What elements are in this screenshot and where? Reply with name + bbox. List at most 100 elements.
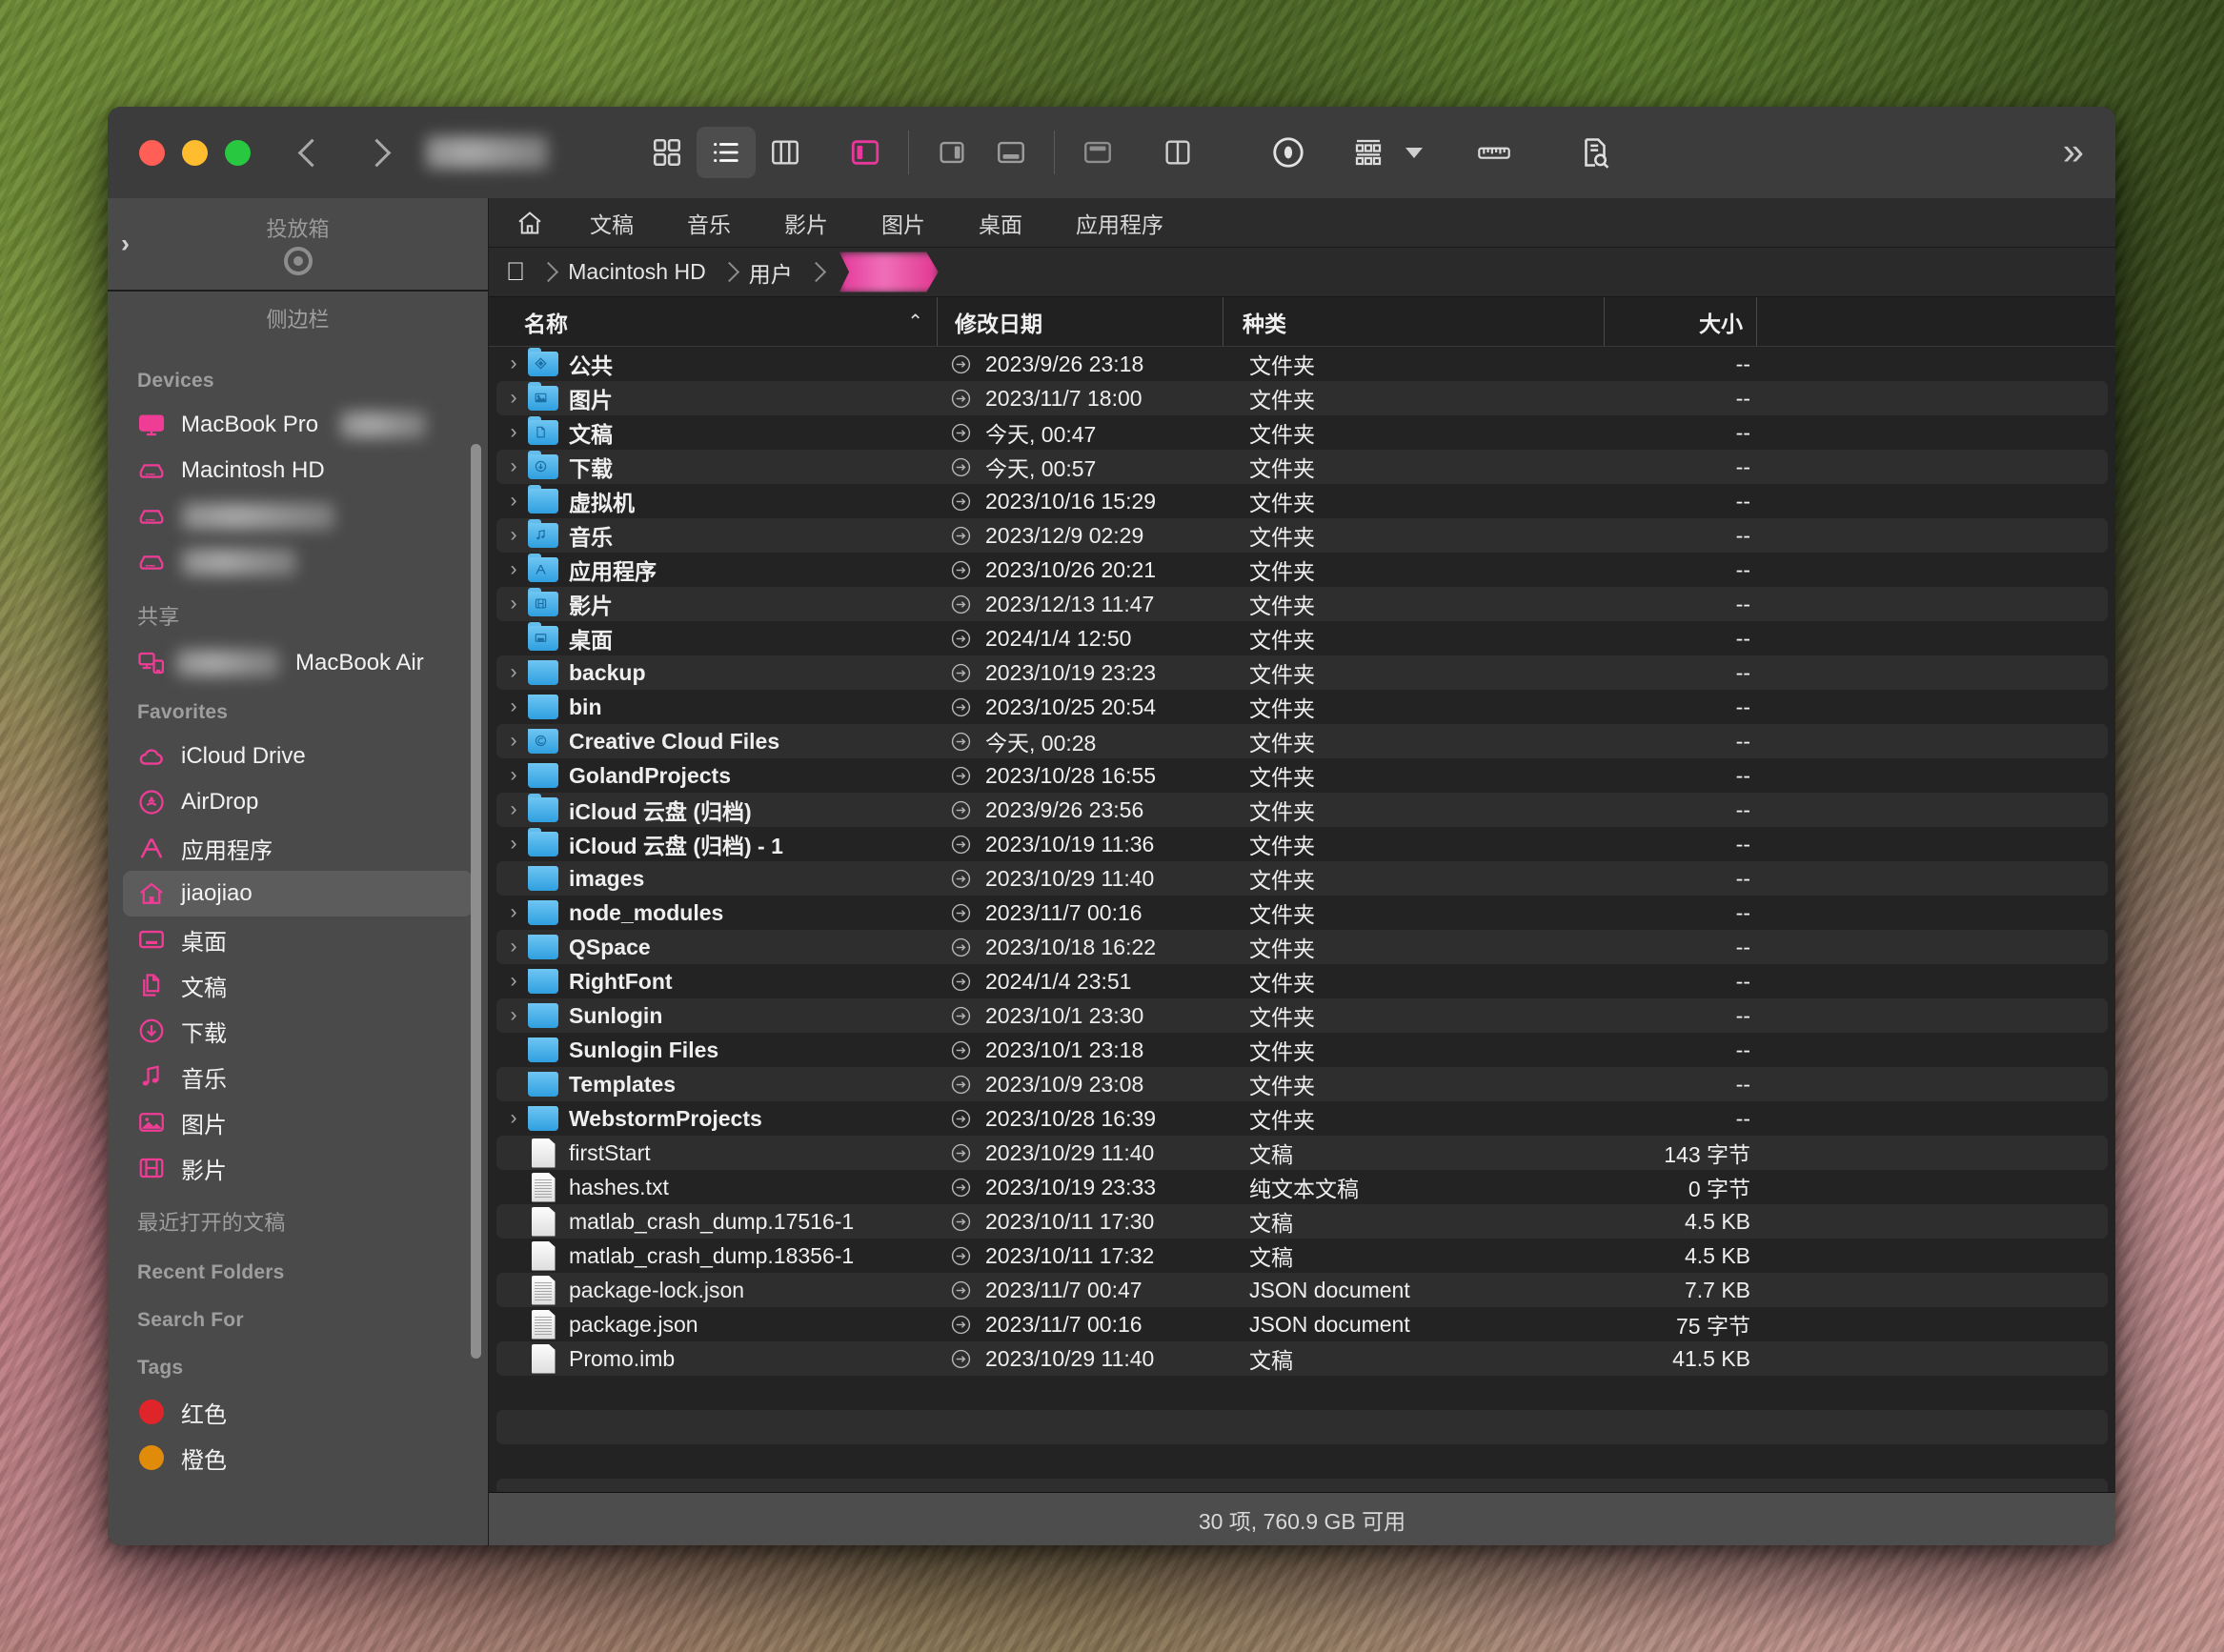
disclosure-chevron-icon[interactable]: › [500,353,527,375]
table-row[interactable]: ›RightFont2024/1/4 23:51文件夹-- [496,964,2108,998]
table-row[interactable]: ›GolandProjects2023/10/28 16:55文件夹-- [496,758,2108,793]
sidebar-item-桌面[interactable]: 桌面 [123,917,473,962]
grid-view-icon[interactable] [637,127,697,178]
table-row[interactable]: Promo.imb2023/10/29 11:40文稿41.5 KB [496,1341,2108,1376]
table-row[interactable]: ›Sunlogin2023/10/1 23:30文件夹-- [496,998,2108,1033]
disclosure-chevron-icon[interactable]: › [500,455,527,478]
disclosure-chevron-icon[interactable]: › [500,936,527,958]
disclosure-chevron-icon[interactable]: › [500,764,527,787]
breadcrumb-current-redacted[interactable] [839,252,939,292]
table-row[interactable]: ›影片2023/12/13 11:47文件夹-- [496,587,2108,621]
column-header-size[interactable]: 大小 [1604,297,1756,346]
disclosure-chevron-icon[interactable]: › [500,593,527,615]
table-row[interactable]: ›WebstormProjects2023/10/28 16:39文件夹-- [496,1101,2108,1136]
sidebar-item-airdrop[interactable]: AirDrop [123,779,473,825]
panel-top-icon[interactable] [1068,127,1127,178]
arrange-icon[interactable] [1339,127,1398,178]
disclosure-chevron-icon[interactable]: › [500,833,527,856]
gallery-view-icon[interactable] [836,127,895,178]
table-row[interactable]: hashes.txt2023/10/19 23:33纯文本文稿0 字节 [496,1170,2108,1204]
ruler-icon[interactable] [1465,127,1524,178]
table-row[interactable]: matlab_crash_dump.17516-12023/10/11 17:3… [496,1204,2108,1239]
table-row[interactable]: Templates2023/10/9 23:08文件夹-- [496,1067,2108,1101]
file-search-icon[interactable] [1566,127,1625,178]
table-row[interactable]: matlab_crash_dump.18356-12023/10/11 17:3… [496,1239,2108,1273]
sidebar-scroll-area[interactable]: DevicesMacBook ProMacintosh HD共享MacBook … [108,347,488,1545]
sidebar-item-红色[interactable]: 红色 [123,1389,473,1435]
table-row[interactable]: firstStart2023/10/29 11:40文稿143 字节 [496,1136,2108,1170]
table-row[interactable]: images2023/10/29 11:40文件夹-- [496,861,2108,896]
table-row[interactable]: package.json2023/11/7 00:16JSON document… [496,1307,2108,1341]
disclosure-chevron-icon[interactable]: › [500,661,527,684]
drop-box-area[interactable]: › 投放箱 [108,198,488,292]
sidebar-item-文稿[interactable]: 文稿 [123,962,473,1008]
sidebar-item-jiaojiao[interactable]: jiaojiao [123,871,473,917]
forward-button[interactable] [363,140,388,165]
sidebar-item-图片[interactable]: 图片 [123,1099,473,1145]
minimize-button[interactable] [182,140,208,166]
table-row[interactable]: ›iCloud 云盘 (归档) - 12023/10/19 11:36文件夹-- [496,827,2108,861]
toolbar-overflow-icon[interactable]: » [2063,131,2079,174]
table-row[interactable]: 桌面2024/1/4 12:50文件夹-- [496,621,2108,655]
favorites-bar-item[interactable]: 图片 [855,207,952,239]
table-row[interactable]: ›node_modules2023/11/7 00:16文件夹-- [496,896,2108,930]
table-row[interactable]: ›音乐2023/12/9 02:29文件夹-- [496,518,2108,553]
disclosure-chevron-icon[interactable]: › [500,970,527,993]
list-view-icon[interactable] [697,127,756,178]
column-header-name[interactable]: 名称 ⌃ [489,297,937,346]
home-icon[interactable] [510,209,563,237]
disclosure-chevron-icon[interactable]: › [500,798,527,821]
chevron-down-icon[interactable] [1405,148,1423,158]
favorites-bar-item[interactable]: 文稿 [563,207,660,239]
sidebar-item-redacted[interactable] [123,539,473,585]
sidebar-item-下载[interactable]: 下载 [123,1008,473,1054]
disclosure-chevron-icon[interactable]: › [500,901,527,924]
table-row[interactable]: ›iCloud 云盘 (归档)2023/9/26 23:56文件夹-- [496,793,2108,827]
disclosure-chevron-icon[interactable]: › [500,695,527,718]
table-row[interactable]: ›下载今天, 00:57文件夹-- [496,450,2108,484]
panel-bottom-icon[interactable] [981,127,1041,178]
favorites-bar-item[interactable]: 音乐 [660,207,758,239]
sidebar-item-应用程序[interactable]: 应用程序 [123,825,473,871]
table-row[interactable]: Sunlogin Files2023/10/1 23:18文件夹-- [496,1033,2108,1067]
table-row[interactable]: ›bin2023/10/25 20:54文件夹-- [496,690,2108,724]
sidebar-item-redacted[interactable] [123,494,473,539]
close-button[interactable] [139,140,165,166]
table-row[interactable]: package-lock.json2023/11/7 00:47JSON doc… [496,1273,2108,1307]
panel-right-icon[interactable] [922,127,981,178]
table-row[interactable]: ›文稿今天, 00:47文件夹-- [496,415,2108,450]
breadcrumb-item[interactable]: 用户 [749,256,793,289]
breadcrumb-item[interactable]: Macintosh HD [568,259,705,285]
table-row[interactable]: ›Creative Cloud Files今天, 00:28文件夹-- [496,724,2108,758]
table-row[interactable]: ›backup2023/10/19 23:23文件夹-- [496,655,2108,690]
eye-icon[interactable] [1259,127,1318,178]
breadcrumb-item[interactable]:  [506,257,525,287]
sidebar-item-音乐[interactable]: 音乐 [123,1054,473,1099]
panel-split-icon[interactable] [1148,127,1207,178]
disclosure-chevron-icon[interactable]: › [500,490,527,513]
table-row[interactable]: ›QSpace2023/10/18 16:22文件夹-- [496,930,2108,964]
zoom-button[interactable] [225,140,251,166]
disclosure-chevron-icon[interactable]: › [500,387,527,410]
column-header-date[interactable]: 修改日期 [937,297,1223,346]
table-row[interactable]: ›图片2023/11/7 18:00文件夹-- [496,381,2108,415]
table-row[interactable]: ›应用程序2023/10/26 20:21文件夹-- [496,553,2108,587]
table-row[interactable]: ›虚拟机2023/10/16 15:29文件夹-- [496,484,2108,518]
file-list[interactable]: ›公共2023/9/26 23:18文件夹--›图片2023/11/7 18:0… [489,347,2115,1492]
sidebar-item-icloud-drive[interactable]: iCloud Drive [123,734,473,779]
sidebar-scrollbar[interactable] [471,444,481,1359]
sidebar-item-macintosh-hd[interactable]: Macintosh HD [123,448,473,494]
disclosure-chevron-icon[interactable]: › [500,730,527,753]
sidebar-item-影片[interactable]: 影片 [123,1145,473,1191]
disclosure-chevron-icon[interactable]: › [500,1107,527,1130]
favorites-bar-item[interactable]: 应用程序 [1049,207,1190,239]
disclosure-chevron-icon[interactable]: › [500,524,527,547]
disclosure-chevron-icon[interactable]: › [500,1004,527,1027]
favorites-bar-item[interactable]: 影片 [758,207,855,239]
sidebar-item-macbook-pro[interactable]: MacBook Pro [123,402,473,448]
sidebar-item-macbook-air[interactable]: MacBook Air [123,640,473,686]
expand-chevron-icon[interactable]: › [121,230,130,259]
sidebar-item-橙色[interactable]: 橙色 [123,1435,473,1481]
favorites-bar-item[interactable]: 桌面 [952,207,1049,239]
column-view-icon[interactable] [756,127,815,178]
